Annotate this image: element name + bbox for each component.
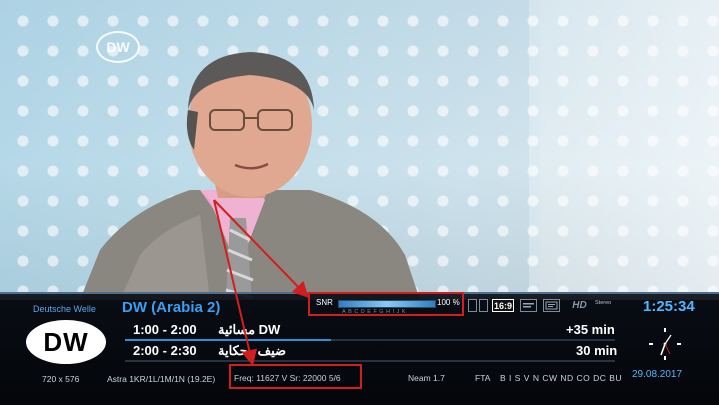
current-time: 1:25:34: [643, 298, 695, 315]
video-resolution: 720 x 576: [42, 374, 80, 384]
current-program-title: مسائية DW: [218, 322, 281, 337]
next-program-duration: 30 min: [576, 343, 618, 358]
aspect-letterbox-icon: [479, 299, 488, 312]
fta-badge: FTA: [475, 373, 491, 383]
next-program-time: 2:00 - 2:30: [133, 343, 197, 358]
aspect-16x9-icon: 16:9: [492, 299, 514, 312]
next-program-title: ضيف وحكاية: [218, 343, 287, 358]
video-frame: DW: [0, 0, 719, 300]
neam-value: Neam 1.7: [408, 373, 445, 383]
hd-icon: HD: [572, 300, 587, 311]
stereo-icon: Stereo: [595, 300, 612, 306]
backdrop-panel: [529, 0, 719, 300]
analog-clock-icon: [649, 328, 681, 360]
provider-name: Deutsche Welle: [33, 304, 96, 314]
current-program-remaining: +35 min: [566, 322, 615, 337]
satellite-name: Astra 1KR/1L/1M/1N (19.2E): [107, 374, 216, 384]
next-program-divider: [125, 360, 615, 362]
program-progress-fill: [125, 339, 331, 341]
teletext-icon: [543, 299, 560, 312]
program-progress-bar: [125, 339, 615, 341]
channel-name: DW (Arabia 2): [122, 299, 221, 316]
annotation-snr-box: [308, 292, 464, 316]
annotation-freq-box: [229, 364, 362, 389]
current-date: 29.08.2017: [632, 369, 683, 380]
channel-logo: DW: [26, 320, 106, 364]
current-program-time: 1:00 - 2:00: [133, 322, 197, 337]
presenter-image: [80, 52, 420, 300]
ca-system-flags: B I S V N CW ND CO DC BU: [500, 373, 623, 383]
aspect-4x3-icon: [468, 299, 477, 312]
subtitle-icon: [520, 299, 537, 312]
